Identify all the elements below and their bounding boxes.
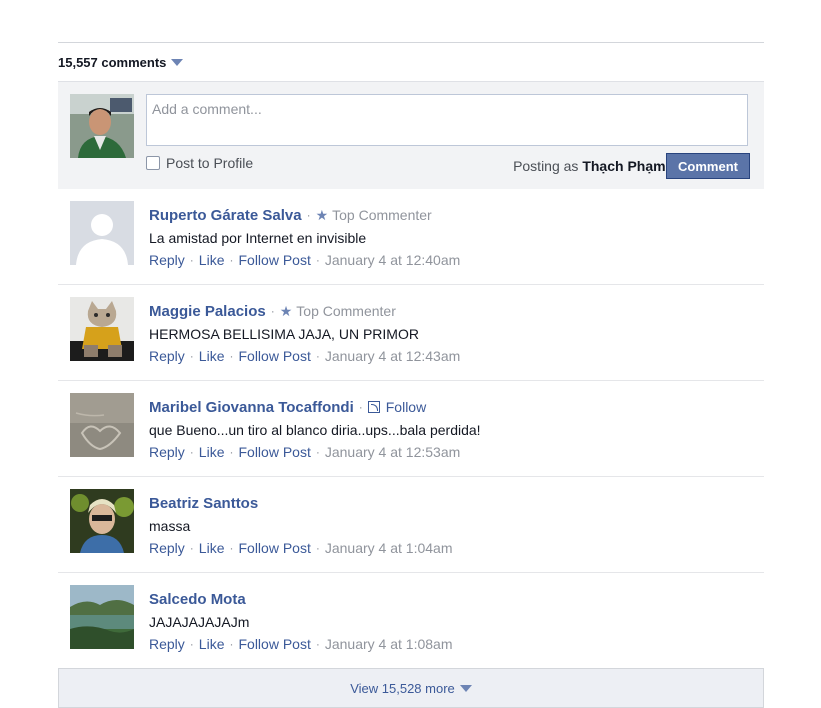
separator: · [229, 349, 234, 363]
chevron-down-icon [459, 685, 472, 692]
separator: · [189, 637, 194, 651]
comment-button[interactable]: Comment [666, 153, 750, 179]
follow-post-link[interactable]: Follow Post [238, 348, 310, 364]
posting-as-selector[interactable]: Posting as Thạch Phạm ▾ [513, 158, 678, 174]
comment-text: La amistad por Internet en invisible [149, 230, 367, 246]
commenter-avatar[interactable] [70, 489, 134, 553]
commenter-avatar[interactable] [70, 393, 134, 457]
comment-timestamp[interactable]: January 4 at 1:04am [325, 540, 453, 556]
sort-dropdown-caret-icon[interactable] [171, 59, 184, 66]
separator: · [315, 253, 320, 267]
post-to-profile-label: Post to Profile [166, 155, 254, 171]
current-user-avatar [70, 94, 134, 158]
follow-post-link[interactable]: Follow Post [238, 252, 310, 268]
badge-label: Top Commenter [296, 303, 396, 319]
follow-post-link[interactable]: Follow Post [238, 636, 310, 652]
reply-link[interactable]: Reply [149, 252, 185, 268]
comment-text: que Bueno...un tiro al blanco diria..ups… [149, 422, 481, 438]
comment-timestamp[interactable]: January 4 at 1:08am [325, 636, 453, 652]
follow-user-link[interactable]: Follow [367, 399, 427, 415]
separator: · [306, 208, 311, 222]
commenter-avatar[interactable] [70, 297, 134, 361]
post-to-profile-toggle[interactable]: Post to Profile [146, 155, 253, 171]
like-link[interactable]: Like [199, 444, 225, 460]
separator: · [315, 541, 320, 555]
comments-count-header[interactable]: 15,557 comments [58, 43, 764, 81]
post-to-profile-checkbox[interactable] [146, 156, 160, 170]
commenter-avatar[interactable] [70, 201, 134, 265]
like-link[interactable]: Like [199, 636, 225, 652]
top-commenter-badge: ★ Top Commenter [280, 303, 396, 320]
separator: · [189, 541, 194, 555]
comment-author[interactable]: Maggie Palacios [149, 303, 266, 320]
reply-link[interactable]: Reply [149, 348, 185, 364]
separator: · [270, 304, 275, 318]
reply-link[interactable]: Reply [149, 444, 185, 460]
star-icon: ★ [279, 302, 293, 319]
comment-list: Ruperto Gárate Salva · ★ Top Commenter L… [58, 189, 764, 668]
follow-post-link[interactable]: Follow Post [238, 540, 310, 556]
comment-item: Maribel Giovanna Tocaffondi · Follow que… [58, 381, 764, 477]
separator: · [315, 445, 320, 459]
follow-post-link[interactable]: Follow Post [238, 444, 310, 460]
comment-item: Ruperto Gárate Salva · ★ Top Commenter L… [58, 189, 764, 285]
like-link[interactable]: Like [199, 252, 225, 268]
comments-plugin: 15,557 comments Add a comment... Post to… [58, 0, 764, 708]
reply-link[interactable]: Reply [149, 540, 185, 556]
comment-author[interactable]: Maribel Giovanna Tocaffondi [149, 399, 354, 416]
comment-text: JAJAJAJAJAJm [149, 614, 250, 630]
top-commenter-badge: ★ Top Commenter [316, 207, 432, 224]
comment-item: Beatriz Santtos massa Reply · Like · Fol… [58, 477, 764, 573]
badge-label: Top Commenter [332, 207, 432, 223]
view-more-label: View 15,528 more [350, 680, 455, 696]
view-more-button[interactable]: View 15,528 more [58, 668, 764, 708]
separator: · [229, 541, 234, 555]
comments-count: 15,557 comments [58, 54, 167, 70]
comment-author[interactable]: Ruperto Gárate Salva [149, 207, 302, 224]
star-icon: ★ [315, 206, 329, 223]
comment-text: HERMOSA BELLISIMA JAJA, UN PRIMOR [149, 326, 419, 342]
separator: · [189, 253, 194, 267]
comment-input[interactable]: Add a comment... [146, 94, 748, 146]
separator: · [189, 445, 194, 459]
separator: · [189, 349, 194, 363]
reply-link[interactable]: Reply [149, 636, 185, 652]
commenter-avatar[interactable] [70, 585, 134, 649]
rss-follow-icon [367, 401, 380, 413]
comment-author[interactable]: Beatriz Santtos [149, 495, 258, 512]
separator: · [229, 253, 234, 267]
like-link[interactable]: Like [199, 348, 225, 364]
comment-timestamp[interactable]: January 4 at 12:53am [325, 444, 460, 460]
comment-timestamp[interactable]: January 4 at 12:40am [325, 252, 460, 268]
follow-label: Follow [385, 399, 427, 415]
separator: · [315, 349, 320, 363]
comment-item: Maggie Palacios · ★ Top Commenter HERMOS… [58, 285, 764, 381]
comment-item: Salcedo Mota JAJAJAJAJAJm Reply · Like ·… [58, 573, 764, 668]
separator: · [315, 637, 320, 651]
separator: · [229, 637, 234, 651]
comment-timestamp[interactable]: January 4 at 12:43am [325, 348, 460, 364]
comment-composer: Add a comment... Post to Profile Posting… [58, 81, 764, 189]
comment-author[interactable]: Salcedo Mota [149, 591, 246, 608]
separator: · [358, 400, 363, 414]
comment-text: massa [149, 518, 191, 534]
separator: · [229, 445, 234, 459]
posting-as-name: Thạch Phạm [582, 158, 666, 174]
posting-as-prefix: Posting as [513, 158, 579, 174]
like-link[interactable]: Like [199, 540, 225, 556]
